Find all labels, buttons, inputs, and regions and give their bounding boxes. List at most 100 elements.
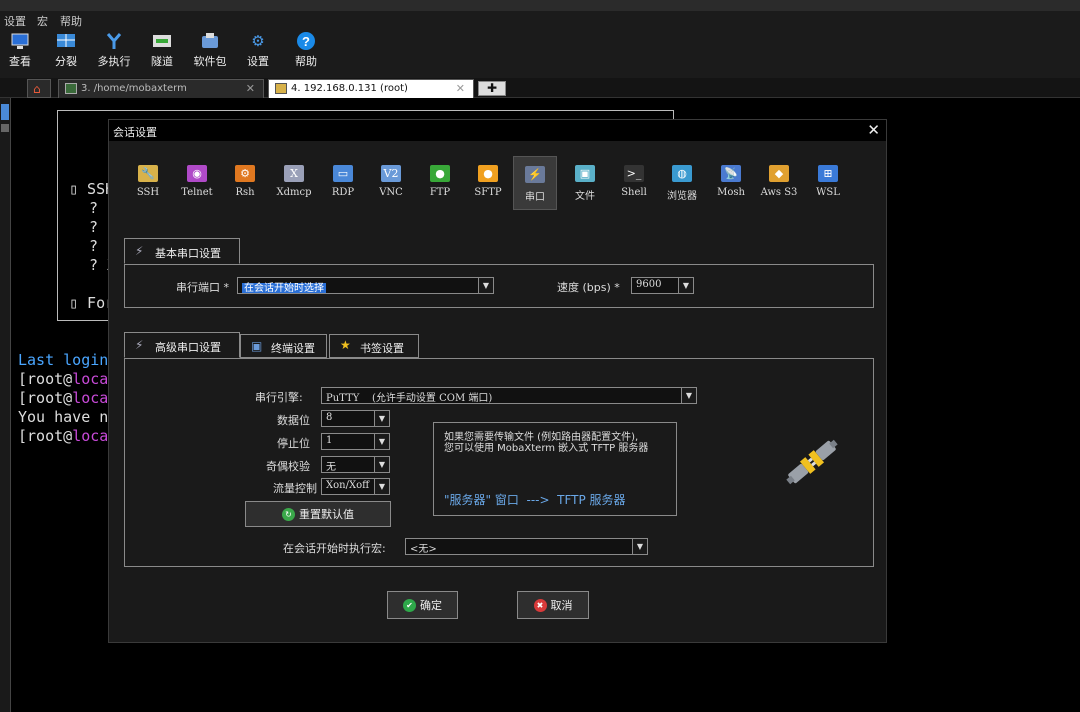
gears-icon: ⚙ (251, 32, 265, 50)
tab-advanced-serial[interactable]: ⚡ 高级串口设置 (124, 332, 240, 358)
toolbar-packages-button[interactable]: 软件包 (190, 31, 230, 69)
sftp-icon: ● (478, 165, 498, 182)
chevron-down-icon: ▼ (374, 479, 389, 494)
data-bits-select[interactable]: 8 ▼ (321, 410, 390, 427)
reset-defaults-button[interactable]: ↻ 重置默认值 (245, 501, 391, 527)
tab-label: 终端设置 (271, 342, 315, 355)
ok-button[interactable]: ✔ 确定 (387, 591, 458, 619)
stop-bits-select[interactable]: 1 ▼ (321, 433, 390, 450)
home-tab[interactable]: ⌂ (27, 79, 51, 98)
reset-defaults-label: 重置默认值 (299, 508, 354, 521)
session-type-ftp[interactable]: ● FTP (418, 156, 462, 210)
vnc-icon: V2 (381, 165, 401, 182)
cancel-button[interactable]: ✖ 取消 (517, 591, 589, 619)
tab-close-icon[interactable]: ✕ (246, 82, 255, 95)
toolbar-split-button[interactable]: 分裂 (46, 31, 86, 69)
monitor-icon (9, 31, 31, 51)
toolbar-multiexec-button[interactable]: 多执行 (94, 31, 134, 69)
session-settings-dialog: 会话设置 ✕ 🔧 SSH ◉ Telnet ⚙ Rsh X Xdmcp ▭ RDP V2 VNC ● FT… (108, 119, 887, 643)
sidebar-tab-icon (1, 104, 9, 120)
menu-settings[interactable]: 设置 (4, 13, 26, 29)
session-type-serial[interactable]: ⚡ 串口 (513, 156, 557, 210)
session-type-vnc[interactable]: V2 VNC (369, 156, 413, 210)
plug-icon: ⚡ (135, 338, 144, 352)
parity-select[interactable]: 无 ▼ (321, 456, 390, 473)
toolbar-settings-label: 设置 (247, 55, 269, 68)
serial-port-select[interactable]: 在会话开始时选择 ▼ (237, 277, 494, 294)
speed-select[interactable]: 9600 ▼ (631, 277, 694, 294)
session-type-label: WSL (816, 187, 840, 198)
aws-s3-icon: ◆ (769, 165, 789, 182)
session-type-shell[interactable]: >_ Shell (612, 156, 656, 210)
session-type-mosh[interactable]: 📡 Mosh (709, 156, 753, 210)
session-type-browser[interactable]: ◍ 浏览器 (660, 156, 704, 210)
menu-bar: 设置 宏 帮助 (0, 11, 1080, 29)
menu-macros[interactable]: 宏 (37, 13, 48, 29)
session-type-sftp[interactable]: ● SFTP (466, 156, 510, 210)
dialog-close-icon[interactable]: ✕ (867, 121, 880, 139)
session-type-file[interactable]: ▣ 文件 (563, 156, 607, 210)
tab-bookmark-settings[interactable]: ★ 书签设置 (329, 334, 419, 358)
flow-control-select[interactable]: Xon/Xoff ▼ (321, 478, 390, 495)
serial-plug-illustration (781, 432, 843, 492)
tftp-server-link[interactable]: "服务器" 窗口 ---> TFTP 服务器 (444, 491, 626, 508)
chevron-down-icon: ▼ (681, 388, 696, 403)
toolbar-help-button[interactable]: ? 帮助 (286, 31, 326, 69)
macro-select[interactable]: <无> ▼ (405, 538, 648, 555)
new-tab-button[interactable]: ✚ (478, 81, 506, 96)
session-type-rdp[interactable]: ▭ RDP (321, 156, 365, 210)
serial-engine-select[interactable]: PuTTY (允许手动设置 COM 端口) ▼ (321, 387, 697, 404)
menu-help[interactable]: 帮助 (60, 13, 82, 29)
session-type-telnet[interactable]: ◉ Telnet (175, 156, 219, 210)
session-type-label: Aws S3 (760, 187, 798, 198)
tunnel-icon (151, 31, 173, 51)
chevron-down-icon: ▼ (374, 434, 389, 449)
cancel-icon: ✖ (533, 598, 547, 612)
chevron-down-icon: ▼ (478, 278, 493, 293)
serial-engine-value: PuTTY (允许手动设置 COM 端口) (326, 393, 493, 404)
shell-icon: >_ (624, 165, 644, 182)
serial-port-value: 在会话开始时选择 (242, 283, 326, 294)
ok-label: 确定 (420, 599, 442, 612)
xdmcp-icon: X (284, 165, 304, 182)
session-type-ssh[interactable]: 🔧 SSH (126, 156, 170, 210)
session-type-label: Xdmcp (276, 187, 312, 198)
session-type-aws-s3[interactable]: ◆ Aws S3 (757, 156, 801, 210)
wsl-icon: ⊞ (818, 165, 838, 182)
fork-icon (103, 31, 125, 51)
session-type-wsl[interactable]: ⊞ WSL (806, 156, 850, 210)
tab-ssh-session[interactable]: 4. 192.168.0.131 (root) ✕ (268, 79, 474, 98)
browser-icon: ◍ (672, 165, 692, 182)
tab-label: 4. 192.168.0.131 (root) (291, 83, 408, 94)
telnet-icon: ◉ (187, 165, 207, 182)
session-type-label: Rsh (235, 187, 255, 198)
tab-basic-serial[interactable]: ⚡ 基本串口设置 (124, 238, 240, 264)
tab-label: 3. /home/mobaxterm (81, 83, 187, 94)
tab-local-terminal[interactable]: 3. /home/mobaxterm ✕ (58, 79, 264, 98)
tab-terminal-settings[interactable]: ▣ 终端设置 (240, 334, 327, 358)
terminal-line: [root@local (18, 427, 117, 445)
toolbar: 查看 分裂 多执行 隧道 软件包 ⚙ 设置 ? 帮助 (0, 29, 1080, 78)
dialog-title: 会话设置 (113, 126, 157, 139)
terminal-line: [root@local (18, 389, 117, 407)
speed-value: 9600 (636, 279, 662, 290)
session-type-xdmcp[interactable]: X Xdmcp (272, 156, 316, 210)
cancel-label: 取消 (550, 599, 573, 612)
tab-close-icon[interactable]: ✕ (456, 82, 465, 95)
toolbar-view-button[interactable]: 查看 (0, 31, 40, 69)
terminal-line: Last login (18, 351, 109, 369)
serial-port-label: 串行端口 * (176, 281, 229, 294)
terminal-line: You have no (18, 408, 118, 426)
side-panel-strip[interactable] (0, 98, 11, 712)
toolbar-tunnel-button[interactable]: 隧道 (142, 31, 182, 69)
speed-label: 速度 (bps) * (557, 281, 620, 294)
svg-text:?: ? (302, 34, 310, 49)
data-bits-value: 8 (326, 412, 333, 423)
toolbar-settings-button[interactable]: ⚙ 设置 (238, 31, 278, 69)
ftp-icon: ● (430, 165, 450, 182)
parity-label: 奇偶校验 (266, 460, 310, 473)
session-type-label: 浏览器 (667, 191, 697, 202)
session-type-rsh[interactable]: ⚙ Rsh (223, 156, 267, 210)
mosh-icon: 📡 (721, 165, 741, 182)
star-icon: ★ (340, 338, 351, 352)
